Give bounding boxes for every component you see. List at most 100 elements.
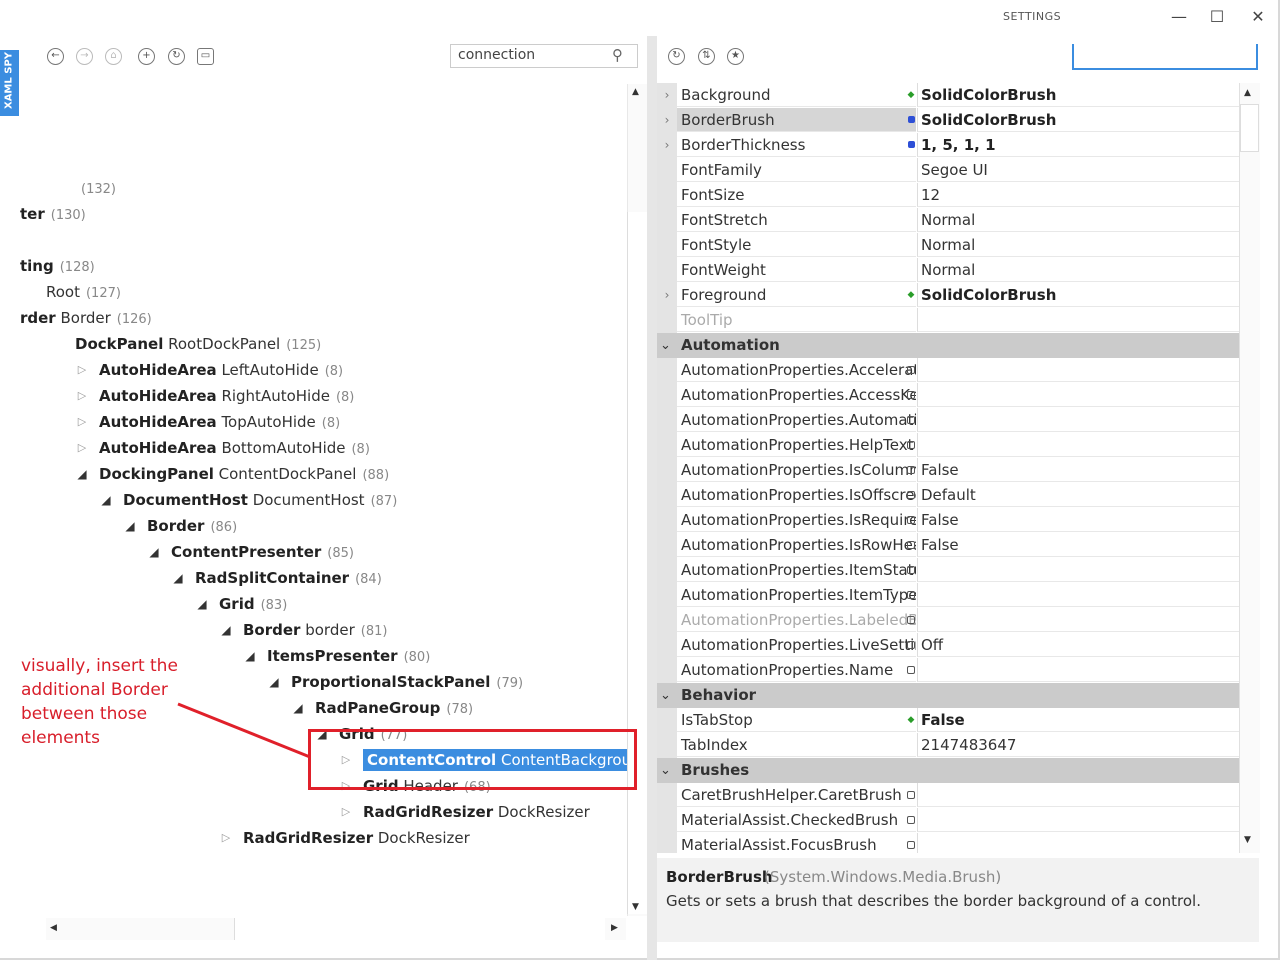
property-row[interactable]: FontSize 12 bbox=[657, 183, 1239, 208]
tree-node[interactable]: Root (127) bbox=[20, 280, 121, 304]
property-row[interactable]: AutomationProperties.AccessKey bbox=[657, 383, 1239, 408]
collapsed-arrow-icon[interactable]: ▷ bbox=[339, 800, 353, 824]
tree-node[interactable]: ◢ ItemsPresenter (80) bbox=[243, 644, 430, 668]
property-row[interactable]: › BorderThickness 1, 5, 1, 1 bbox=[657, 133, 1239, 158]
property-value[interactable]: False bbox=[917, 708, 1239, 732]
property-row[interactable]: AutomationProperties.HelpText bbox=[657, 433, 1239, 458]
property-value[interactable] bbox=[917, 783, 1239, 807]
property-value[interactable]: Normal bbox=[917, 208, 1239, 232]
collapse-category-icon[interactable]: ⌄ bbox=[660, 333, 671, 358]
home-icon[interactable]: ⌂ bbox=[105, 48, 122, 65]
property-category[interactable]: ⌄ Brushes bbox=[657, 758, 1239, 783]
property-value[interactable]: False bbox=[917, 533, 1239, 557]
tree-node[interactable]: ◢ ContentPresenter (85) bbox=[147, 540, 354, 564]
default-value-marker-icon[interactable] bbox=[907, 441, 915, 449]
tree-node[interactable]: ▷ AutoHideArea LeftAutoHide (8) bbox=[75, 358, 343, 382]
sort-icon[interactable]: ⇅ bbox=[698, 48, 715, 65]
expanded-arrow-icon[interactable]: ◢ bbox=[147, 540, 161, 564]
property-value[interactable] bbox=[917, 608, 1239, 632]
expanded-arrow-icon[interactable]: ◢ bbox=[267, 670, 281, 694]
property-value[interactable] bbox=[917, 408, 1239, 432]
property-value[interactable] bbox=[917, 433, 1239, 457]
property-value[interactable]: Default bbox=[917, 483, 1239, 507]
style-value-marker-icon[interactable] bbox=[908, 141, 915, 148]
default-value-marker-icon[interactable] bbox=[907, 391, 915, 399]
default-value-marker-icon[interactable] bbox=[907, 816, 915, 824]
property-value[interactable]: Normal bbox=[917, 258, 1239, 282]
property-category[interactable]: ⌄ Automation bbox=[657, 333, 1239, 358]
property-row[interactable]: MaterialAssist.CheckedBrush bbox=[657, 808, 1239, 833]
property-row[interactable]: AutomationProperties.IsOffscreenBehavior… bbox=[657, 483, 1239, 508]
expanded-arrow-icon[interactable]: ◢ bbox=[123, 514, 137, 538]
panel-splitter[interactable] bbox=[647, 36, 657, 960]
property-value[interactable] bbox=[917, 558, 1239, 582]
search-icon[interactable]: ⚲ bbox=[612, 46, 623, 64]
default-value-marker-icon[interactable] bbox=[907, 516, 915, 524]
default-value-marker-icon[interactable] bbox=[907, 591, 915, 599]
tree-node[interactable]: (132) bbox=[20, 176, 116, 200]
default-value-marker-icon[interactable] bbox=[907, 666, 915, 674]
property-value[interactable] bbox=[917, 308, 1239, 332]
collapsed-arrow-icon[interactable]: ▷ bbox=[75, 358, 89, 382]
expand-property-icon[interactable]: › bbox=[657, 283, 677, 308]
property-row[interactable]: TabIndex 2147483647 bbox=[657, 733, 1239, 758]
tree-search-input[interactable]: connection bbox=[450, 44, 638, 68]
property-value[interactable] bbox=[917, 358, 1239, 382]
collapse-category-icon[interactable]: ⌄ bbox=[660, 683, 671, 708]
expand-property-icon[interactable]: › bbox=[657, 133, 677, 158]
default-value-marker-icon[interactable] bbox=[907, 841, 915, 849]
filter-icon[interactable]: ★ bbox=[727, 48, 744, 65]
expanded-arrow-icon[interactable]: ◢ bbox=[99, 488, 113, 512]
property-row[interactable]: AutomationProperties.IsRequiredForFormFa… bbox=[657, 508, 1239, 533]
property-value[interactable]: 2147483647 bbox=[917, 733, 1239, 757]
style-value-marker-icon[interactable] bbox=[908, 116, 915, 123]
scroll-right-icon[interactable]: ▶ bbox=[611, 923, 618, 933]
tree-node[interactable]: ◢ DockingPanel ContentDockPanel (88) bbox=[75, 462, 389, 486]
property-row[interactable]: AutomationProperties.AutomationId bbox=[657, 408, 1239, 433]
property-value[interactable] bbox=[917, 383, 1239, 407]
property-row[interactable]: › Foreground ◆ SolidColorBrush bbox=[657, 283, 1239, 308]
property-row[interactable]: AutomationProperties.LabeledBy bbox=[657, 608, 1239, 633]
tree-node[interactable]: rder Border (126) bbox=[20, 306, 152, 330]
tree-node[interactable]: ◢ Border (86) bbox=[123, 514, 237, 538]
property-grid-scrollbar[interactable] bbox=[1239, 83, 1260, 853]
property-value[interactable]: 12 bbox=[917, 183, 1239, 207]
property-row[interactable]: ToolTip bbox=[657, 308, 1239, 333]
property-value[interactable] bbox=[917, 583, 1239, 607]
pg-scroll-down-icon[interactable]: ▼ bbox=[1244, 835, 1251, 845]
close-button[interactable]: ✕ bbox=[1244, 6, 1272, 28]
tree-node[interactable]: ◢ DocumentHost DocumentHost (87) bbox=[99, 488, 397, 512]
property-row[interactable]: FontStyle Normal bbox=[657, 233, 1239, 258]
add-icon[interactable]: + bbox=[138, 48, 155, 65]
tree-node[interactable]: ▷ AutoHideArea TopAutoHide (8) bbox=[75, 410, 340, 434]
tree-node[interactable]: DockPanel RootDockPanel (125) bbox=[51, 332, 321, 356]
scroll-up-icon[interactable]: ▲ bbox=[632, 87, 639, 97]
expanded-arrow-icon[interactable]: ◢ bbox=[75, 462, 89, 486]
tree-node[interactable]: ter (130) bbox=[20, 202, 86, 226]
property-value[interactable]: 1, 5, 1, 1 bbox=[917, 133, 1239, 157]
tree-scroll-thumb[interactable] bbox=[627, 212, 648, 914]
property-value[interactable]: False bbox=[917, 508, 1239, 532]
default-value-marker-icon[interactable] bbox=[907, 466, 915, 474]
tree-node[interactable]: ▷ AutoHideArea BottomAutoHide (8) bbox=[75, 436, 370, 460]
default-value-marker-icon[interactable] bbox=[907, 616, 915, 624]
default-value-marker-icon[interactable] bbox=[907, 791, 915, 799]
property-value[interactable]: SolidColorBrush bbox=[917, 83, 1239, 107]
collapsed-arrow-icon[interactable]: ▷ bbox=[219, 826, 233, 850]
collapse-category-icon[interactable]: ⌄ bbox=[660, 758, 671, 783]
property-row[interactable]: AutomationProperties.Name bbox=[657, 658, 1239, 683]
property-row[interactable]: AutomationProperties.AcceleratorKey bbox=[657, 358, 1239, 383]
property-category[interactable]: ⌄ Behavior bbox=[657, 683, 1239, 708]
property-value[interactable] bbox=[917, 833, 1239, 853]
property-row[interactable]: › Background ◆ SolidColorBrush bbox=[657, 83, 1239, 108]
property-row[interactable]: › BorderBrush SolidColorBrush bbox=[657, 108, 1239, 133]
property-row[interactable]: CaretBrushHelper.CaretBrush bbox=[657, 783, 1239, 808]
property-grid-scroll-thumb[interactable] bbox=[1240, 104, 1259, 152]
property-row[interactable]: AutomationProperties.IsColumnHeaderFalse bbox=[657, 458, 1239, 483]
minimize-button[interactable]: — bbox=[1165, 6, 1193, 28]
expanded-arrow-icon[interactable]: ◢ bbox=[195, 592, 209, 616]
default-value-marker-icon[interactable] bbox=[907, 366, 915, 374]
local-value-marker-icon[interactable]: ◆ bbox=[907, 291, 915, 300]
expand-property-icon[interactable]: › bbox=[657, 83, 677, 108]
tree-node[interactable]: ◢ Border border (81) bbox=[219, 618, 387, 642]
